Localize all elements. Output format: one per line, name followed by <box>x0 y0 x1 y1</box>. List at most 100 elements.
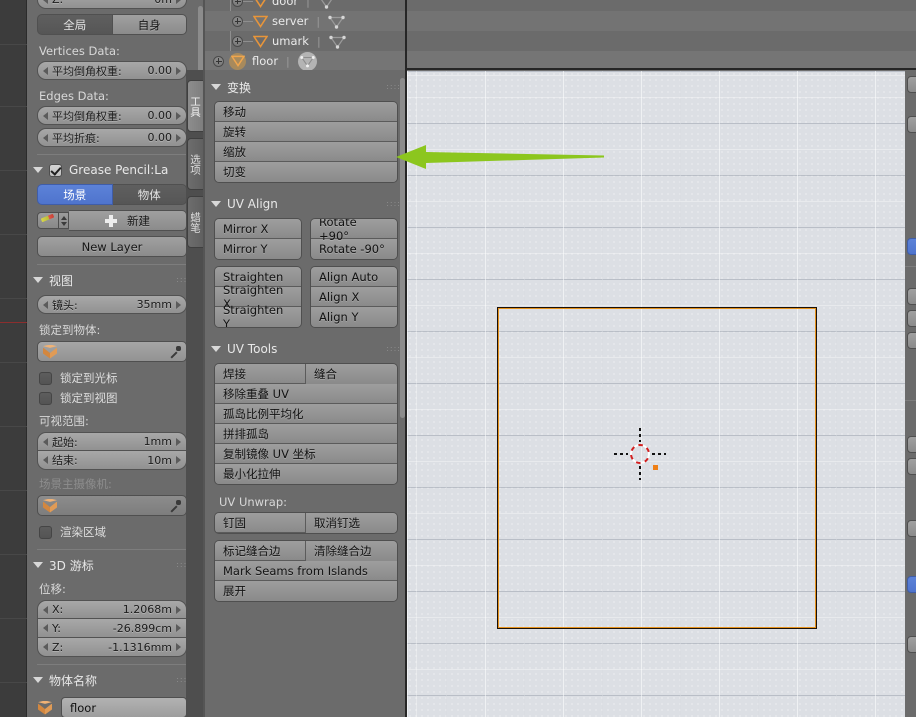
transform-shear-button[interactable]: 切变 <box>215 162 397 182</box>
tab-grease-pencil[interactable]: 蜡笔 <box>187 196 204 248</box>
decrement-arrow-icon[interactable] <box>43 0 48 4</box>
cursor-x-field[interactable]: X: 1.2068m <box>37 600 187 619</box>
lock-to-view-row[interactable]: 锁定到视图 <box>39 388 185 408</box>
gp-source-scene-toggle[interactable]: 场景 <box>37 184 113 205</box>
editor-border-vertical-2[interactable] <box>203 0 205 717</box>
space-global-toggle[interactable]: 全局 <box>37 14 113 35</box>
mirror-x-button[interactable]: Mirror X <box>215 219 301 239</box>
remove-doubles-uv-button[interactable]: 移除重叠 UV <box>215 384 397 404</box>
transform-z-field[interactable]: Z: 0m <box>37 0 187 9</box>
right-widget[interactable] <box>907 436 916 453</box>
item-panel-header[interactable]: 物体名称 :::: <box>33 671 191 689</box>
lock-to-object-field[interactable] <box>37 341 187 362</box>
tab-options[interactable]: 选项 <box>187 138 204 190</box>
gp-source-object-toggle[interactable]: 物体 <box>112 184 187 205</box>
cursor-z-field[interactable]: Z: -1.1316mm <box>37 638 187 657</box>
outliner-row-server[interactable]: server | <box>205 11 916 31</box>
right-widget[interactable] <box>907 76 916 93</box>
grease-pencil-panel-header[interactable]: Grease Pencil:La <box>33 161 191 179</box>
right-widget-active[interactable] <box>907 576 916 593</box>
right-widget-active[interactable] <box>907 238 916 255</box>
rotate-minus-90-button[interactable]: Rotate -90° <box>311 239 397 259</box>
unpin-button[interactable]: 取消钉选 <box>306 513 397 533</box>
decrement-arrow-icon[interactable] <box>43 66 48 75</box>
outliner-row-door[interactable]: door | <box>205 0 916 11</box>
increment-arrow-icon[interactable] <box>176 456 181 464</box>
mean-bevel-weight-edge-field[interactable]: 平均倒角权重: 0.00 <box>37 106 187 125</box>
mirror-y-button[interactable]: Mirror Y <box>215 239 301 259</box>
clear-seam-button[interactable]: 清除缝合边 <box>306 541 397 561</box>
decrement-arrow-icon[interactable] <box>43 605 48 614</box>
grease-pencil-icon[interactable] <box>37 212 59 229</box>
mean-crease-field[interactable]: 平均折痕: 0.00 <box>37 128 187 147</box>
pin-button[interactable]: 钉固 <box>215 513 306 533</box>
increment-arrow-icon[interactable] <box>176 111 181 120</box>
editor-border-horizontal[interactable] <box>407 68 916 70</box>
eyedropper-icon[interactable] <box>168 499 182 513</box>
stitch-button[interactable]: 缝合 <box>306 364 397 384</box>
weld-button[interactable]: 焊接 <box>215 364 306 384</box>
right-widget[interactable] <box>907 310 916 327</box>
selected-vertex-marker[interactable] <box>653 465 658 470</box>
scene-camera-field[interactable] <box>37 495 187 516</box>
increment-arrow-icon[interactable] <box>176 643 181 651</box>
transform-scale-button[interactable]: 缩放 <box>215 142 397 162</box>
transform-rotate-button[interactable]: 旋转 <box>215 122 397 142</box>
align-auto-button[interactable]: Align Auto <box>311 267 397 287</box>
object-name-input[interactable]: floor <box>61 697 187 717</box>
editor-border-vertical[interactable] <box>405 0 407 717</box>
right-widget[interactable] <box>907 636 916 653</box>
align-x-button[interactable]: Align X <box>311 287 397 307</box>
mesh-verts-icon[interactable] <box>328 15 345 29</box>
expand-icon[interactable] <box>213 55 224 67</box>
render-border-row[interactable]: 渲染区域 <box>39 522 185 542</box>
mesh-verts-icon[interactable] <box>328 35 346 49</box>
decrement-arrow-icon[interactable] <box>43 643 48 651</box>
mean-bevel-weight-vertex-field[interactable]: 平均倒角权重: 0.00 <box>37 61 187 80</box>
increment-arrow-icon[interactable] <box>176 66 181 75</box>
decrement-arrow-icon[interactable] <box>43 437 48 446</box>
pack-islands-button[interactable]: 拼排孤岛 <box>215 424 397 444</box>
right-widget[interactable] <box>907 332 916 349</box>
mesh-verts-icon[interactable] <box>297 51 317 70</box>
dope-playhead[interactable] <box>0 322 27 323</box>
lock-to-view-checkbox[interactable] <box>39 391 52 405</box>
rotate-plus-90-button[interactable]: Rotate +90° <box>311 219 397 243</box>
cursor-y-field[interactable]: Y: -26.899cm <box>37 619 187 638</box>
view-panel-header[interactable]: 视图 :::: <box>33 271 191 289</box>
decrement-arrow-icon[interactable] <box>43 624 48 632</box>
right-widget[interactable] <box>907 116 916 133</box>
increment-arrow-icon[interactable] <box>176 133 181 142</box>
lock-to-cursor-checkbox[interactable] <box>39 371 52 385</box>
straighten-y-button[interactable]: Straighten Y <box>215 303 301 327</box>
new-layer-button[interactable]: New Layer <box>37 236 187 257</box>
lock-to-cursor-row[interactable]: 锁定到光标 <box>39 368 185 388</box>
gp-new-button[interactable]: 新建 <box>69 210 187 231</box>
uv-align-panel-header[interactable]: UV Align :::: <box>211 195 401 213</box>
mesh-verts-icon[interactable] <box>318 0 332 9</box>
outliner-row-umark[interactable]: umark | <box>205 31 916 51</box>
decrement-arrow-icon[interactable] <box>43 300 48 309</box>
transform-panel-header[interactable]: 变换 :::: <box>211 78 401 96</box>
increment-arrow-icon[interactable] <box>176 624 181 632</box>
browse-datablock-icon[interactable] <box>59 212 69 229</box>
transform-translate-button[interactable]: 移动 <box>215 102 397 122</box>
uv-tools-panel-header[interactable]: UV Tools :::: <box>211 340 401 358</box>
decrement-arrow-icon[interactable] <box>43 456 48 464</box>
align-y-button[interactable]: Align Y <box>311 307 397 327</box>
right-widget[interactable] <box>907 520 916 537</box>
cursor3d-panel-header[interactable]: 3D 游标 :::: <box>33 556 191 574</box>
render-border-checkbox[interactable] <box>39 525 52 539</box>
copy-mirrored-uv-button[interactable]: 复制镜像 UV 坐标 <box>215 444 397 464</box>
decrement-arrow-icon[interactable] <box>43 111 48 120</box>
expand-icon[interactable] <box>232 15 243 27</box>
eyedropper-icon[interactable] <box>168 345 182 359</box>
mark-seams-from-islands-button[interactable]: Mark Seams from Islands <box>215 561 397 581</box>
right-widget[interactable] <box>907 458 916 475</box>
average-islands-scale-button[interactable]: 孤岛比例平均化 <box>215 404 397 424</box>
minimize-stretch-button[interactable]: 最小化拉伸 <box>215 464 397 484</box>
dope-sheet-strip[interactable] <box>0 0 27 717</box>
clip-end-field[interactable]: 结束: 10m <box>37 451 187 470</box>
mark-seam-button[interactable]: 标记缝合边 <box>215 541 306 561</box>
3d-cursor-icon[interactable] <box>614 428 666 480</box>
